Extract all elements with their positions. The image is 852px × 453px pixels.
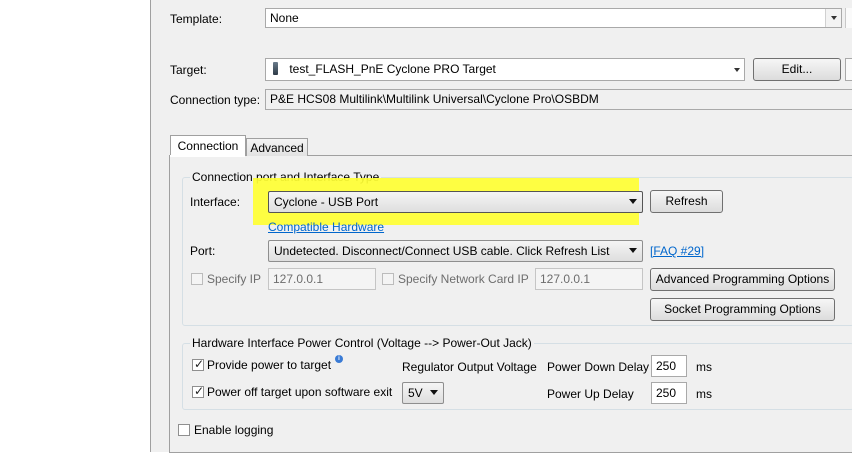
chevron-down-icon: [629, 248, 637, 253]
voltage-value: 5V: [408, 386, 423, 400]
enable-logging-label: Enable logging: [194, 423, 274, 437]
specify-ip-checkbox[interactable]: [191, 273, 203, 285]
power-up-unit: ms: [696, 387, 712, 401]
netcard-ip-input[interactable]: 127.0.0.1: [535, 268, 643, 290]
power-group-title: Hardware Interface Power Control (Voltag…: [190, 335, 534, 351]
ip-input[interactable]: 127.0.0.1: [268, 268, 376, 290]
port-select[interactable]: Undetected. Disconnect/Connect USB cable…: [268, 240, 643, 262]
provide-power-label: Provide power to target: [207, 358, 332, 372]
connection-type-label: Connection type:: [170, 93, 261, 107]
provide-power-checkbox[interactable]: ✓: [192, 357, 205, 371]
connection-type-field: P&E HCS08 Multilink\Multilink Universal\…: [265, 89, 852, 110]
power-up-input[interactable]: 250: [651, 382, 687, 404]
template-value: None: [270, 11, 299, 25]
specify-netcard-label: Specify Network Card IP: [398, 272, 529, 286]
interface-value: Cyclone - USB Port: [274, 195, 379, 209]
checkmark-icon: ✓: [194, 357, 205, 371]
template-select[interactable]: None: [265, 8, 842, 28]
power-up-label: Power Up Delay: [547, 387, 634, 401]
tab-connection[interactable]: Connection: [170, 135, 246, 156]
target-side-strip: [845, 58, 852, 81]
regulator-label: Regulator Output Voltage: [402, 360, 537, 374]
chevron-down-icon[interactable]: [729, 59, 744, 80]
device-icon: [273, 62, 278, 75]
interface-select[interactable]: Cyclone - USB Port: [268, 191, 643, 213]
specify-ip-label: Specify IP: [207, 272, 262, 286]
chevron-down-icon[interactable]: [825, 9, 841, 27]
info-icon[interactable]: i: [335, 355, 343, 363]
power-down-input[interactable]: 250: [651, 355, 687, 377]
checkmark-icon: ✓: [194, 384, 205, 398]
socket-programming-button[interactable]: Socket Programming Options: [650, 298, 835, 321]
power-off-checkbox[interactable]: ✓: [192, 384, 205, 398]
power-down-label: Power Down Delay: [547, 360, 650, 374]
port-value: Undetected. Disconnect/Connect USB cable…: [274, 244, 610, 258]
left-pane: [0, 0, 150, 452]
power-down-unit: ms: [696, 360, 712, 374]
template-label: Template:: [170, 12, 223, 26]
faq-link[interactable]: [FAQ #29]: [650, 243, 704, 259]
edit-target-button[interactable]: Edit...: [753, 58, 841, 81]
target-value: test_FLASH_PnE Cyclone PRO Target: [289, 62, 496, 76]
refresh-button[interactable]: Refresh: [650, 190, 723, 213]
specify-netcard-checkbox[interactable]: [382, 273, 394, 285]
enable-logging-checkbox[interactable]: [178, 424, 190, 436]
interface-label: Interface:: [190, 195, 241, 209]
chevron-down-icon: [629, 199, 637, 204]
template-side-strip: [845, 8, 852, 28]
tab-advanced[interactable]: Advanced: [246, 138, 308, 156]
voltage-select[interactable]: 5V: [402, 382, 444, 404]
compatible-hardware-link[interactable]: Compatible Hardware: [268, 219, 384, 235]
target-select[interactable]: test_FLASH_PnE Cyclone PRO Target: [265, 58, 745, 81]
target-label: Target:: [170, 63, 207, 77]
port-label: Port:: [190, 244, 216, 258]
tab-join: [170, 155, 245, 157]
chevron-down-icon: [430, 390, 438, 395]
advanced-programming-button[interactable]: Advanced Programming Options: [650, 268, 835, 291]
power-off-label: Power off target upon software exit: [207, 385, 393, 399]
